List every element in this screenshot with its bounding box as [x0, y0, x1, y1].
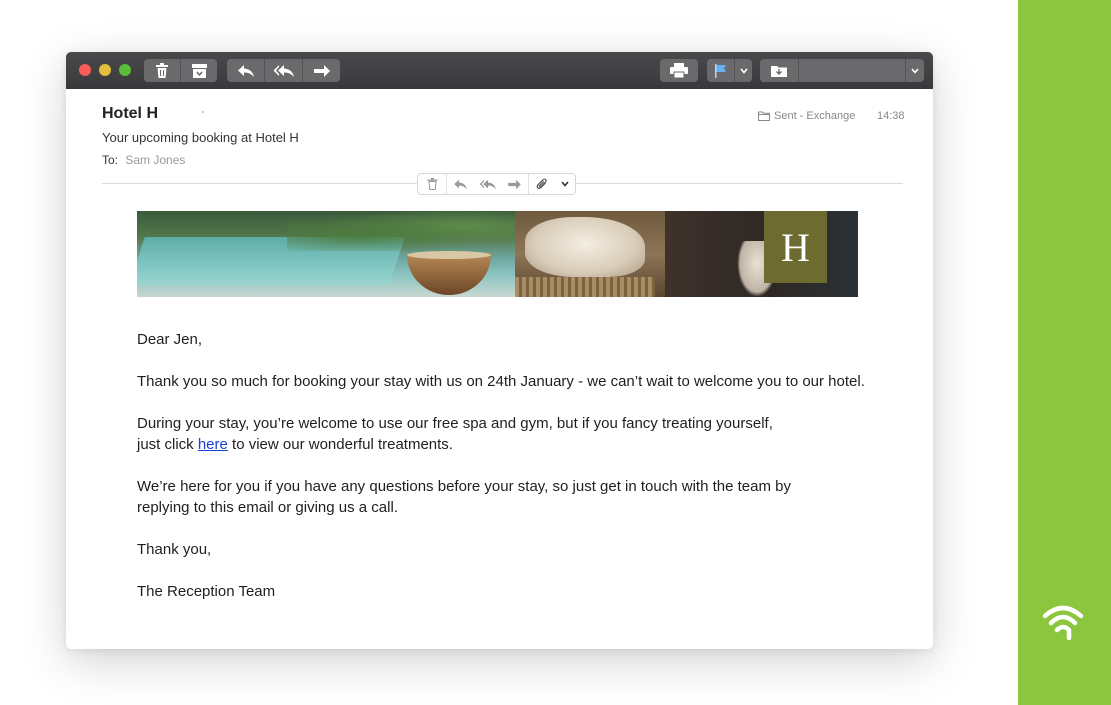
- banner-bowl-rim: [407, 251, 491, 259]
- move-to-folder-icon: [771, 66, 787, 77]
- print-button[interactable]: [660, 59, 698, 82]
- print-group: [660, 59, 698, 82]
- to-line: To: Sam Jones: [102, 153, 185, 167]
- inline-forward-button[interactable]: [501, 174, 528, 194]
- forward-button[interactable]: [303, 59, 340, 82]
- reply-button[interactable]: [227, 59, 265, 82]
- print-icon: [670, 63, 688, 78]
- email-body: Dear Jen, Thank you so much for booking …: [137, 329, 877, 623]
- title-bar: [66, 52, 933, 89]
- banner-fur-throw: [525, 217, 645, 277]
- flag-menu-button[interactable]: [735, 59, 752, 82]
- body-paragraph-3-line-2: replying to this email or giving us a ca…: [137, 499, 398, 516]
- move-to-folder-select[interactable]: [799, 59, 905, 82]
- subject-line: Your upcoming booking at Hotel H: [102, 130, 299, 145]
- hotel-logo-letter: H: [781, 224, 810, 270]
- treatments-link[interactable]: here: [198, 436, 228, 453]
- body-paragraph-2-line-1: During your stay, you’re welcome to use …: [137, 415, 773, 432]
- move-folder-menu-button[interactable]: [905, 59, 924, 82]
- green-side-panel: [1018, 0, 1111, 705]
- chevron-down-icon: [561, 181, 569, 187]
- body-paragraph-2-prefix: just click: [137, 436, 198, 453]
- close-window-button[interactable]: [79, 64, 91, 76]
- attachment-icon: [536, 178, 547, 189]
- delete-button[interactable]: [144, 59, 181, 82]
- to-label: To:: [102, 153, 119, 167]
- reply-group: [227, 59, 340, 82]
- inline-attachment-button[interactable]: [529, 174, 555, 194]
- folder-icon: [758, 111, 770, 121]
- flag-icon: [714, 63, 726, 78]
- reply-all-icon: [273, 64, 294, 77]
- inline-reply-button[interactable]: [447, 174, 474, 194]
- body-paragraph-2-suffix: to view our wonderful treatments.: [227, 436, 453, 453]
- trash-icon: [156, 63, 168, 78]
- body-paragraph-3: We’re here for you if you have any quest…: [137, 476, 877, 518]
- reply-all-button[interactable]: [265, 59, 303, 82]
- wifi-logo-icon: [1042, 605, 1084, 641]
- minimize-window-button[interactable]: [99, 64, 111, 76]
- banner-foliage: [287, 211, 517, 251]
- inline-action-toolbar: [417, 173, 576, 195]
- banner-wicker-seat: [515, 277, 655, 297]
- forward-icon: [313, 64, 330, 77]
- move-to-folder-group: [760, 59, 924, 82]
- body-paragraph-2: During your stay, you’re welcome to use …: [137, 413, 877, 455]
- flag-group: [707, 59, 752, 82]
- folder-name: Sent - Exchange: [774, 110, 856, 122]
- move-to-folder-button[interactable]: [760, 59, 799, 82]
- chevron-down-icon: [739, 67, 748, 74]
- folder-label: Sent - Exchange: [758, 110, 855, 122]
- sent-time: 14:38: [877, 110, 905, 122]
- body-paragraph-3-line-1: We’re here for you if you have any quest…: [137, 478, 791, 495]
- maximize-window-button[interactable]: [119, 64, 131, 76]
- reply-icon: [237, 64, 254, 77]
- hotel-banner-image: H: [137, 211, 858, 297]
- mail-window: Hotel H Your upcoming booking at Hotel H…: [66, 52, 933, 649]
- chevron-down-icon: [911, 67, 919, 74]
- signature: The Reception Team: [137, 583, 276, 600]
- recipient-name[interactable]: Sam Jones: [125, 153, 185, 167]
- reply-icon: [454, 179, 467, 189]
- closing: Thank you,: [137, 541, 212, 558]
- inline-more-button[interactable]: [555, 174, 575, 194]
- flag-button[interactable]: [707, 59, 735, 82]
- reply-all-icon: [479, 179, 496, 189]
- archive-icon: [191, 63, 207, 78]
- inline-reply-all-button[interactable]: [474, 174, 501, 194]
- greeting: Dear Jen,: [137, 331, 203, 348]
- forward-icon: [508, 179, 521, 189]
- sender-separator-dot: [202, 111, 204, 113]
- inline-delete-button[interactable]: [418, 174, 446, 194]
- body-paragraph-1: Thank you so much for booking your stay …: [137, 373, 865, 390]
- sender-name[interactable]: Hotel H: [102, 105, 158, 123]
- trash-icon: [427, 178, 437, 190]
- archive-button[interactable]: [181, 59, 217, 82]
- delete-archive-group: [144, 59, 217, 82]
- hotel-logo: H: [764, 211, 827, 283]
